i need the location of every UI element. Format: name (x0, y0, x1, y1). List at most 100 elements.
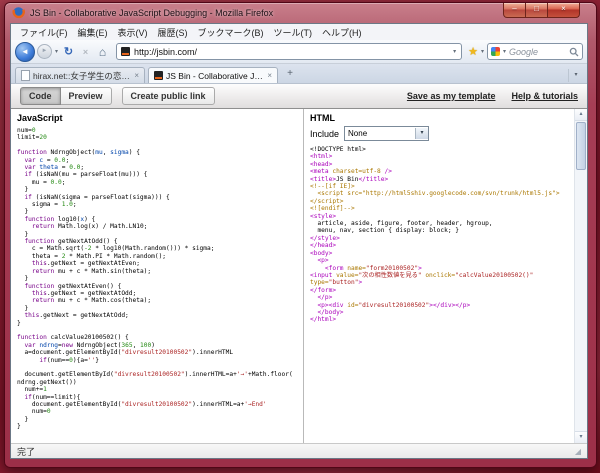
bookmark-star-icon[interactable]: ★ (468, 45, 478, 58)
menu-item-6[interactable]: ヘルプ(H) (317, 25, 367, 40)
html-panel: HTML Include None ▾ <!DOCTYPE html><html… (304, 109, 574, 443)
restore-button[interactable]: □ (526, 3, 547, 18)
home-icon[interactable]: ⌂ (95, 45, 110, 59)
firefox-window: JS Bin - Collaborative JavaScript Debugg… (4, 2, 597, 468)
code-line (17, 327, 297, 334)
search-input[interactable]: Google (509, 47, 567, 57)
menu-item-0[interactable]: ファイル(F) (15, 25, 73, 40)
code-line: <!--[if IE]> (310, 183, 568, 190)
toolbar-link-0[interactable]: Save as my template (407, 91, 496, 101)
code-line: document.getElementById("divresult201005… (17, 371, 297, 378)
menu-item-4[interactable]: ブックマーク(B) (193, 25, 269, 40)
editor-content: JavaScript num=0limit=20function NdrngOb… (11, 109, 587, 443)
site-favicon (121, 47, 130, 56)
select-dropdown-icon[interactable]: ▾ (415, 128, 428, 139)
menu-bar: ファイル(F)編集(E)表示(V)履歴(S)ブックマーク(B)ツール(T)ヘルプ… (11, 24, 587, 40)
bookmark-dropdown-icon[interactable]: ▾ (480, 48, 485, 55)
code-line: </script> (310, 198, 568, 205)
code-line: this.getNext = getNextAtEven; (17, 260, 297, 267)
code-line: <meta charset=utf-8 /> (310, 168, 568, 175)
jsbin-toolbar-buttons: CodePreview Create public link (20, 87, 215, 105)
scrollbar-down-icon[interactable]: ▾ (575, 431, 587, 443)
code-line: c = Math.sqrt(-2 * log10(Math.random()))… (17, 245, 297, 252)
window-title: JS Bin - Collaborative JavaScript Debugg… (30, 8, 273, 18)
code-line: <title>JS Bin</title> (310, 176, 568, 183)
code-line: </body> (310, 309, 568, 316)
include-selected-value: None (348, 129, 415, 138)
code-line: } (17, 208, 297, 215)
toolbar-button-create-public-link[interactable]: Create public link (122, 87, 215, 105)
url-input[interactable]: http://jsbin.com/ (134, 47, 448, 57)
code-line: return mu + c * Math.cos(theta); (17, 297, 297, 304)
menu-item-3[interactable]: 履歴(S) (153, 25, 193, 40)
list-all-tabs-icon[interactable]: ▾ (568, 69, 583, 82)
code-line: } (17, 231, 297, 238)
back-button[interactable]: ◄ (15, 42, 35, 62)
code-line: function calcValue20100502() { (17, 334, 297, 341)
history-dropdown-icon[interactable]: ▾ (54, 48, 59, 55)
toolbar-button-preview[interactable]: Preview (61, 87, 112, 105)
include-select[interactable]: None ▾ (344, 126, 429, 141)
code-line: this.getNext = getNextAtOdd; (17, 290, 297, 297)
tab-close-icon[interactable]: × (133, 71, 139, 80)
menu-item-5[interactable]: ツール(T) (269, 25, 318, 40)
code-line: } (17, 186, 297, 193)
code-line: <!DOCTYPE html> (310, 146, 568, 153)
status-text: 完了 (17, 445, 35, 458)
scrollbar-thumb[interactable] (576, 122, 586, 170)
include-row: Include None ▾ (310, 126, 568, 141)
tab-label: hirax.net::女子学生の恋人選び方... (33, 70, 130, 82)
code-line: if (isNaN(sigma = parseFloat(sigma))) { (17, 194, 297, 201)
status-bar: 完了 ◢ (11, 443, 587, 458)
scrollbar-up-icon[interactable]: ▴ (575, 109, 587, 121)
urlbar-dropdown-icon[interactable]: ▾ (452, 48, 457, 55)
code-line: this.getNext = getNextAtOdd; (17, 312, 297, 319)
browser-client-area: ファイル(F)編集(E)表示(V)履歴(S)ブックマーク(B)ツール(T)ヘルプ… (10, 23, 588, 459)
resize-grip[interactable]: ◢ (575, 447, 581, 456)
code-line: a=document.getElementById("divresult2010… (17, 349, 297, 356)
window-controls: – □ × (503, 3, 580, 18)
code-line: </style> (310, 235, 568, 242)
navigation-toolbar: ◄ ► ▾ ↻ × ⌂ http://jsbin.com/ ▾ ★ ▾ ▾ Go… (11, 40, 587, 64)
google-icon (491, 47, 500, 56)
address-bar[interactable]: http://jsbin.com/ ▾ (116, 43, 462, 60)
code-line: ndrng.getNext()) (17, 379, 297, 386)
tab-strip: hirax.net::女子学生の恋人選び方...×JS Bin - Collab… (15, 67, 278, 83)
code-line: <form name="form20100502"> (310, 265, 568, 272)
code-line (17, 142, 297, 149)
tab-1[interactable]: JS Bin - Collaborative JavaSc...× (148, 67, 278, 83)
menu-item-2[interactable]: 表示(V) (113, 25, 153, 40)
reload-icon[interactable]: ↻ (61, 45, 76, 58)
code-line: mu = 0.0; (17, 179, 297, 186)
code-line: sigma = 1.0; (17, 201, 297, 208)
search-box[interactable]: ▾ Google (487, 43, 583, 60)
minimize-button[interactable]: – (503, 3, 526, 18)
code-line: <body> (310, 250, 568, 257)
code-line: document.getElementById("divresult201005… (17, 401, 297, 408)
code-line: <![endif]--> (310, 205, 568, 212)
code-line: </head> (310, 242, 568, 249)
javascript-code-editor[interactable]: num=0limit=20function NdrngObject(mu, si… (17, 127, 297, 431)
close-button[interactable]: × (547, 3, 580, 18)
jsbin-toolbar-links: Save as my template Help & tutorials (407, 91, 578, 101)
search-icon[interactable] (569, 47, 579, 57)
vertical-scrollbar[interactable]: ▴ ▾ (574, 109, 587, 443)
toolbar-link-1[interactable]: Help & tutorials (511, 91, 578, 101)
code-line: theta = 2 * Math.PI * Math.random(); (17, 253, 297, 260)
search-engine-dropdown-icon[interactable]: ▾ (502, 48, 507, 55)
html-code-editor[interactable]: <!DOCTYPE html><html><head><meta charset… (310, 146, 568, 324)
code-line (17, 364, 297, 371)
toolbar-button-code[interactable]: Code (20, 87, 61, 105)
stop-icon: × (78, 47, 93, 57)
tab-close-icon[interactable]: × (266, 71, 272, 80)
tab-0[interactable]: hirax.net::女子学生の恋人選び方...× (15, 67, 145, 83)
code-line: function log10(x) { (17, 216, 297, 223)
forward-button[interactable]: ► (37, 44, 52, 59)
html-panel-title: HTML (310, 112, 568, 124)
code-line: } (17, 305, 297, 312)
menu-item-1[interactable]: 編集(E) (73, 25, 113, 40)
code-line: num+=1 (17, 386, 297, 393)
code-line: return mu + c * Math.sin(theta); (17, 268, 297, 275)
new-tab-button[interactable]: + (281, 67, 299, 82)
code-line: num=0 (17, 408, 297, 415)
